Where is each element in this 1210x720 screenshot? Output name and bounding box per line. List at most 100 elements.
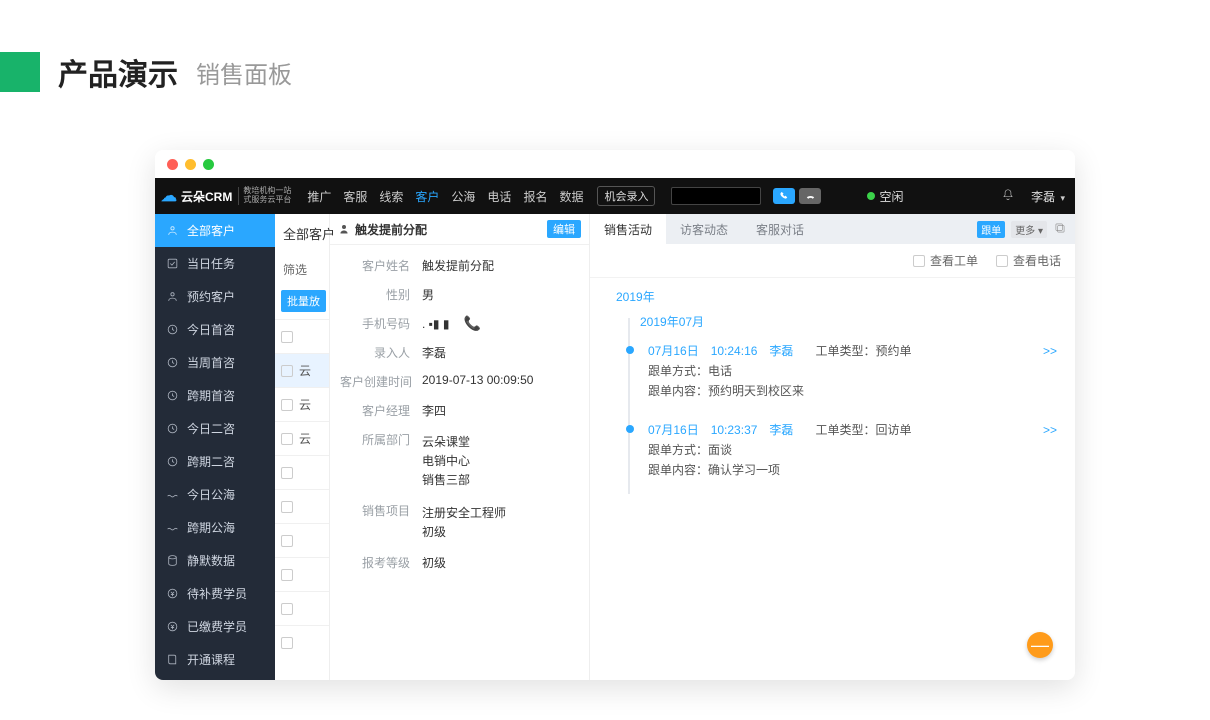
sea-icon (165, 488, 179, 502)
customer-list-column: 全部客户 筛选 批量放 云云云 (275, 214, 330, 680)
minimize-dot-icon[interactable] (185, 159, 196, 170)
timeline-type: 工单类型：回访单 (815, 421, 911, 438)
timeline-more-link[interactable]: >> (1043, 344, 1057, 358)
nav-item-电话[interactable]: 电话 (487, 188, 511, 205)
list-row[interactable] (275, 591, 329, 625)
list-row[interactable] (275, 523, 329, 557)
nav-item-公海[interactable]: 公海 (451, 188, 475, 205)
more-pill[interactable]: 更多 ▾ (1011, 221, 1047, 238)
list-row[interactable] (275, 319, 329, 353)
detail-label: 手机号码 (340, 315, 410, 332)
tab-客服对话[interactable]: 客服对话 (742, 214, 818, 244)
row-checkbox[interactable] (281, 467, 293, 479)
list-heading: 全部客户 (275, 214, 329, 253)
sidebar-item-今日公海[interactable]: 今日公海 (155, 478, 275, 511)
clock-icon (165, 323, 179, 337)
sidebar-item-跨期二咨[interactable]: 跨期二咨 (155, 445, 275, 478)
maximize-dot-icon[interactable] (203, 159, 214, 170)
timeline-item[interactable]: 07月16日10:23:37李磊工单类型：回访单>>跟单方式：面谈跟单内容：确认… (640, 415, 1065, 484)
detail-value: . ▪▮ ▮ (422, 317, 449, 331)
sidebar-item-预约客户[interactable]: 预约客户 (155, 280, 275, 313)
row-checkbox[interactable] (281, 365, 293, 377)
chevron-down-icon: ▾ (1060, 193, 1065, 203)
sidebar-item-今日首咨[interactable]: 今日首咨 (155, 313, 275, 346)
row-checkbox[interactable] (281, 399, 293, 411)
fab-button[interactable]: — (1027, 632, 1053, 658)
sidebar-item-我的订单[interactable]: 我的订单 (155, 676, 275, 680)
list-row[interactable]: 云 (275, 387, 329, 421)
nav-item-线索[interactable]: 线索 (379, 188, 403, 205)
timeline-date: 07月16日 (648, 421, 699, 438)
status-indicator[interactable]: 空闲 (867, 188, 903, 205)
list-row[interactable] (275, 489, 329, 523)
tab-访客动态[interactable]: 访客动态 (666, 214, 742, 244)
row-checkbox[interactable] (281, 603, 293, 615)
user-menu[interactable]: 李磊 ▾ (1031, 188, 1065, 205)
checkbox-icon (996, 255, 1008, 267)
row-checkbox[interactable] (281, 535, 293, 547)
nav-item-数据[interactable]: 数据 (559, 188, 583, 205)
sidebar-item-label: 待补费学员 (187, 585, 247, 602)
sidebar-item-静默数据[interactable]: 静默数据 (155, 544, 275, 577)
detail-value: 李磊 (422, 346, 446, 360)
call-answer-button[interactable] (773, 188, 795, 204)
sidebar-item-跨期首咨[interactable]: 跨期首咨 (155, 379, 275, 412)
minus-icon: — (1031, 635, 1049, 656)
clock-icon (165, 455, 179, 469)
filter-ticket-checkbox[interactable]: 查看工单 (913, 252, 978, 269)
filter-phone-checkbox[interactable]: 查看电话 (996, 252, 1061, 269)
sidebar-item-已缴费学员[interactable]: 已缴费学员 (155, 610, 275, 643)
bell-icon[interactable] (1001, 188, 1015, 205)
detail-value: 云朵课堂电销中心销售三部 (422, 433, 470, 488)
page-subtitle: 销售面板 (196, 55, 292, 90)
sidebar-item-待补费学员[interactable]: 待补费学员 (155, 577, 275, 610)
timeline-item[interactable]: 07月16日10:24:16李磊工单类型：预约单>>跟单方式：电话跟单内容：预约… (640, 336, 1065, 405)
row-checkbox[interactable] (281, 569, 293, 581)
sidebar-item-当周首咨[interactable]: 当周首咨 (155, 346, 275, 379)
activity-panel: 销售活动访客动态客服对话 跟单 更多 ▾ 查看工单 (590, 214, 1075, 680)
page-title: 产品演示 (58, 50, 178, 94)
list-row[interactable] (275, 455, 329, 489)
sidebar-item-全部客户[interactable]: 全部客户 (155, 214, 275, 247)
row-checkbox[interactable] (281, 331, 293, 343)
nav-item-客户[interactable]: 客户 (415, 188, 439, 205)
tab-销售活动[interactable]: 销售活动 (590, 214, 666, 244)
sidebar-item-当日任务[interactable]: 当日任务 (155, 247, 275, 280)
nav-item-报名[interactable]: 报名 (523, 188, 547, 205)
list-row[interactable]: 云 (275, 421, 329, 455)
sidebar-item-今日二咨[interactable]: 今日二咨 (155, 412, 275, 445)
row-checkbox[interactable] (281, 637, 293, 649)
timeline-person: 李磊 (769, 342, 793, 359)
batch-release-button[interactable]: 批量放 (281, 290, 326, 312)
list-row[interactable] (275, 625, 329, 659)
sidebar-item-label: 全部客户 (187, 222, 235, 239)
logo: ☁ 云朵CRM 教培机构一站 式服务云平台 (161, 186, 291, 206)
sidebar-item-开通课程[interactable]: 开通课程 (155, 643, 275, 676)
detail-row: 手机号码 . ▪▮ ▮ 📞 (340, 309, 579, 338)
sidebar-item-跨期公海[interactable]: 跨期公海 (155, 511, 275, 544)
search-input[interactable] (671, 187, 761, 205)
list-row[interactable] (275, 557, 329, 591)
phone-icon[interactable]: 📞 (463, 315, 480, 331)
timeline-time: 10:24:16 (711, 344, 758, 358)
copy-icon[interactable] (1053, 221, 1067, 238)
check-icon (165, 257, 179, 271)
nav-item-客服[interactable]: 客服 (343, 188, 367, 205)
detail-value: 李四 (422, 404, 446, 418)
call-hangup-button[interactable] (799, 188, 821, 204)
detail-label: 报考等级 (340, 554, 410, 571)
nav-item-推广[interactable]: 推广 (307, 188, 331, 205)
follow-pill[interactable]: 跟单 (977, 221, 1005, 238)
row-checkbox[interactable] (281, 501, 293, 513)
edit-button[interactable]: 编辑 (547, 220, 581, 238)
timeline-content: 跟单内容：预约明天到校区来 (648, 382, 1057, 399)
book-icon (165, 653, 179, 667)
row-checkbox[interactable] (281, 433, 293, 445)
user-name: 李磊 (1031, 190, 1055, 204)
close-dot-icon[interactable] (167, 159, 178, 170)
list-row[interactable]: 云 (275, 353, 329, 387)
sidebar-item-label: 开通课程 (187, 651, 235, 668)
opportunity-button[interactable]: 机会录入 (597, 186, 655, 206)
call-buttons (773, 188, 821, 204)
timeline-more-link[interactable]: >> (1043, 423, 1057, 437)
